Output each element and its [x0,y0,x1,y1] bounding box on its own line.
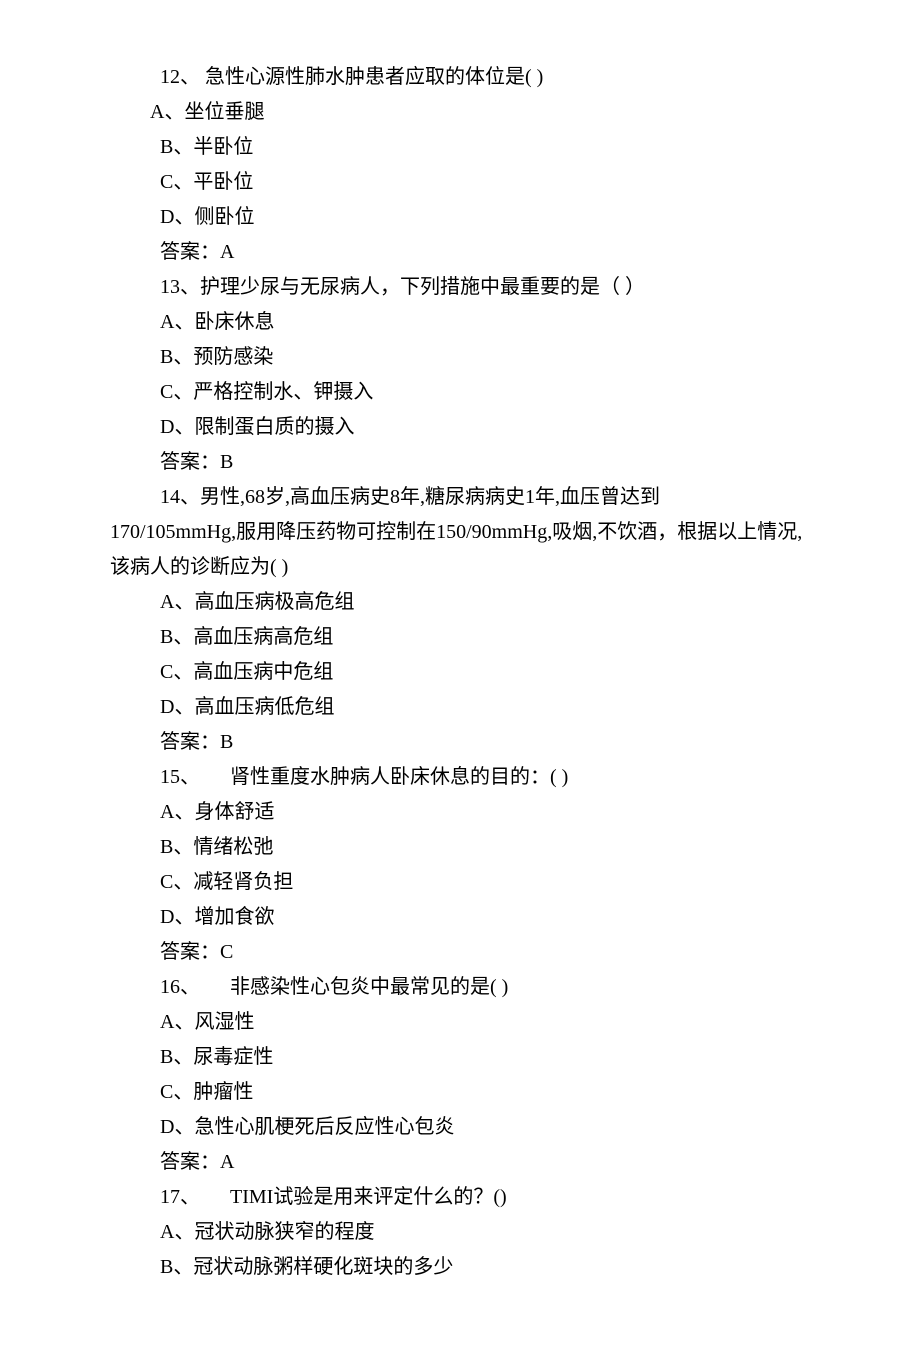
q16-answer: 答案：A [110,1145,810,1180]
q17-option-a: A、冠状动脉狭窄的程度 [110,1215,810,1250]
q16-stem: 16、 非感染性心包炎中最常见的是( ) [110,970,810,1005]
q13-option-c: C、严格控制水、钾摄入 [110,375,810,410]
q12-stem: 12、 急性心源性肺水肿患者应取的体位是( ) [110,60,810,95]
q13-stem: 13、护理少尿与无尿病人，下列措施中最重要的是（ ） [110,270,810,305]
q12-option-c: C、平卧位 [110,165,810,200]
q14-option-b: B、高血压病高危组 [110,620,810,655]
q13-option-b: B、预防感染 [110,340,810,375]
q13-option-d: D、限制蛋白质的摄入 [110,410,810,445]
q16-option-d: D、急性心肌梗死后反应性心包炎 [110,1110,810,1145]
q14-answer: 答案：B [110,725,810,760]
q15-option-c: C、减轻肾负担 [110,865,810,900]
q15-stem: 15、 肾性重度水肿病人卧床休息的目的：( ) [110,760,810,795]
q17-stem: 17、 TIMI试验是用来评定什么的？() [110,1180,810,1215]
q14-option-d: D、高血压病低危组 [110,690,810,725]
q15-answer: 答案：C [110,935,810,970]
document-page: 12、 急性心源性肺水肿患者应取的体位是( ) A、坐位垂腿 B、半卧位 C、平… [0,0,920,1345]
q16-option-b: B、尿毒症性 [110,1040,810,1075]
q13-answer: 答案：B [110,445,810,480]
q12-option-a: A、坐位垂腿 [110,95,810,130]
q12-option-b: B、半卧位 [110,130,810,165]
q14-option-c: C、高血压病中危组 [110,655,810,690]
q15-option-b: B、情绪松弛 [110,830,810,865]
q16-option-a: A、风湿性 [110,1005,810,1040]
q12-answer: 答案：A [110,235,810,270]
q17-option-b: B、冠状动脉粥样硬化斑块的多少 [110,1250,810,1285]
q14-stem-line2: 170/105mmHg,服用降压药物可控制在150/90mmHg,吸烟,不饮酒，… [110,515,810,585]
q14-stem-line1: 14、男性,68岁,高血压病史8年,糖尿病病史1年,血压曾达到 [110,480,810,515]
q15-option-a: A、身体舒适 [110,795,810,830]
q12-option-d: D、侧卧位 [110,200,810,235]
q16-option-c: C、肿瘤性 [110,1075,810,1110]
q13-option-a: A、卧床休息 [110,305,810,340]
q15-option-d: D、增加食欲 [110,900,810,935]
q14-option-a: A、高血压病极高危组 [110,585,810,620]
